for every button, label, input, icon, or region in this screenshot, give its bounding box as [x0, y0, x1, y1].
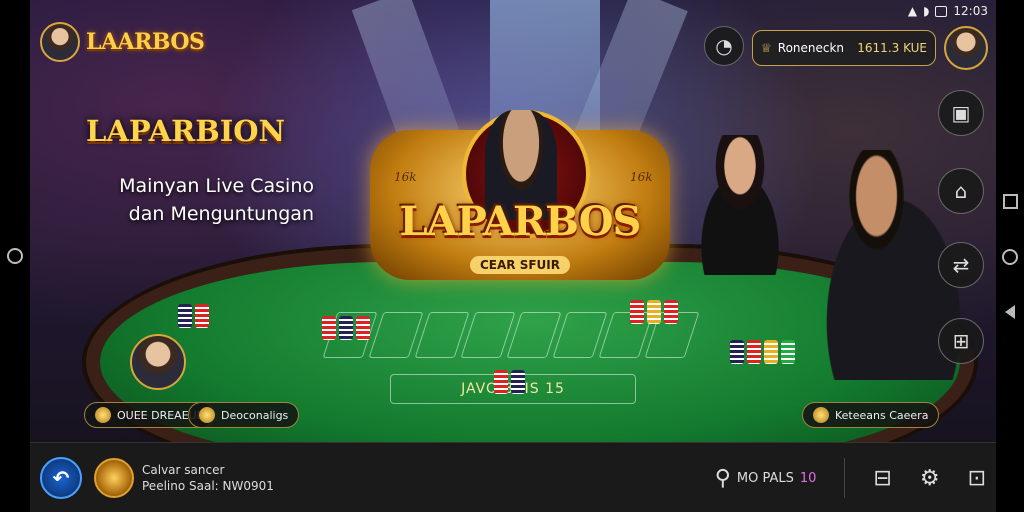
- chip: [494, 370, 508, 394]
- chip: [356, 316, 370, 340]
- nav-recents-icon[interactable]: [1002, 193, 1018, 209]
- right-pill-label: Keteeans Caeera: [835, 408, 929, 422]
- back-icon: ↶: [52, 466, 70, 490]
- user-detail: Peelino Saal: NW0901: [142, 479, 274, 493]
- right-info-pill[interactable]: Keteeans Caeera: [802, 402, 940, 428]
- balance-pill[interactable]: ♕ Roneneckn 1611.3 KUE: [752, 30, 936, 66]
- bet-spot[interactable]: [414, 312, 470, 358]
- back-button[interactable]: ↶: [40, 457, 82, 499]
- chip: [647, 300, 661, 324]
- profile-avatar[interactable]: [40, 22, 80, 62]
- game-screen: ▲ ◗ 12:03 LAARBOS LAPARBION Mainyan Live…: [30, 0, 996, 512]
- bet-spot[interactable]: [506, 312, 562, 358]
- chip: [339, 316, 353, 340]
- status-time: 12:03: [953, 4, 988, 18]
- player-woman: [680, 135, 800, 275]
- mode-button[interactable]: ⚲ MO PALS 10: [715, 466, 817, 491]
- chip: [195, 304, 209, 328]
- emblem-badge-left: 16k: [394, 170, 417, 184]
- bet-spot[interactable]: [552, 312, 608, 358]
- chip-stack: [178, 304, 209, 328]
- image-icon: ▣: [951, 101, 971, 125]
- side-button-home[interactable]: ⌂: [938, 168, 984, 214]
- coin-icon: [199, 407, 215, 423]
- brand-header[interactable]: LAARBOS: [40, 22, 205, 62]
- bet-spot[interactable]: [460, 312, 516, 358]
- bonus-pill-label: Deoconaligs: [221, 408, 289, 422]
- chip: [764, 340, 778, 364]
- bottom-bar: ↶ Calvar sancer Peelino Saal: NW0901 ⚲ M…: [30, 442, 996, 512]
- coin-icon: [813, 407, 829, 423]
- cart-icon[interactable]: ⊟: [873, 466, 891, 491]
- mode-count: 10: [799, 470, 817, 486]
- chip: [322, 316, 336, 340]
- chip: [747, 340, 761, 364]
- promo-title: LAPARBION: [86, 114, 286, 148]
- bet-spot[interactable]: [368, 312, 424, 358]
- search-icon: ⚲: [714, 465, 731, 491]
- transfer-icon: ⇄: [952, 253, 970, 277]
- coin-icon: [95, 407, 111, 423]
- promo-line-2: dan Menguntungan: [128, 203, 314, 225]
- user-icon: ◔: [715, 34, 733, 58]
- bonus-pill[interactable]: Deoconaligs: [188, 402, 300, 428]
- battery-icon: [935, 5, 948, 17]
- android-nav-left: [0, 0, 30, 512]
- host-avatar[interactable]: [944, 26, 988, 70]
- chip: [178, 304, 192, 328]
- side-button-shop[interactable]: ⊞: [938, 318, 984, 364]
- house-icon: ⌂: [954, 179, 968, 203]
- promo-subtitle: Mainyan Live Casino dan Menguntungan: [54, 172, 314, 228]
- chip: [511, 370, 525, 394]
- android-nav-right: [996, 0, 1024, 512]
- status-bar: ▲ ◗ 12:03: [908, 4, 988, 18]
- chip: [730, 340, 744, 364]
- gear-icon[interactable]: ⚙: [920, 466, 940, 491]
- chip: [664, 300, 678, 324]
- divider: [844, 458, 846, 498]
- nav-home-icon[interactable]: [7, 248, 23, 264]
- chip-stack: [494, 370, 525, 394]
- chip: [630, 300, 644, 324]
- nav-home-icon[interactable]: [1002, 248, 1018, 265]
- bottom-actions: ⚲ MO PALS 10 ⊟ ⚙ ⊡: [715, 443, 986, 512]
- chip-stack: [730, 340, 795, 364]
- signal-icon: ▲: [907, 4, 918, 18]
- chip-stack: [630, 300, 678, 324]
- basket-icon: ⊞: [952, 329, 970, 353]
- chip-stack: [322, 316, 370, 340]
- user-name: Calvar sancer: [142, 463, 225, 477]
- side-button-transfer[interactable]: ⇄: [938, 242, 984, 288]
- player-avatar[interactable]: [130, 334, 186, 390]
- game-emblem: 16k 16k LAPARBOS CEAR SFUIR: [350, 90, 690, 300]
- mode-label: MO PALS: [736, 470, 794, 486]
- nav-back-icon[interactable]: [1005, 304, 1015, 319]
- emblem-subtitle: CEAR SFUIR: [470, 256, 570, 274]
- trophy-icon: ♕: [761, 41, 772, 55]
- promo-line-1: Mainyan Live Casino: [119, 175, 314, 197]
- emblem-badge-right: 16k: [630, 170, 653, 184]
- device-frame: ▲ ◗ 12:03 LAARBOS LAPARBION Mainyan Live…: [0, 0, 1024, 512]
- balance-value: 1611.3 KUE: [857, 41, 927, 55]
- chip: [781, 340, 795, 364]
- emblem-title: LAPARBOS: [399, 198, 642, 245]
- user-badge[interactable]: [94, 458, 134, 498]
- user-info: Calvar sancer Peelino Saal: NW0901: [142, 462, 274, 494]
- bag-icon[interactable]: ⊡: [968, 466, 986, 491]
- wifi-icon: ◗: [923, 4, 930, 18]
- brand-logo: LAARBOS: [86, 29, 205, 55]
- balance-label: Roneneckn: [777, 41, 845, 55]
- profile-button[interactable]: ◔: [704, 26, 744, 66]
- side-button-gallery[interactable]: ▣: [938, 90, 984, 136]
